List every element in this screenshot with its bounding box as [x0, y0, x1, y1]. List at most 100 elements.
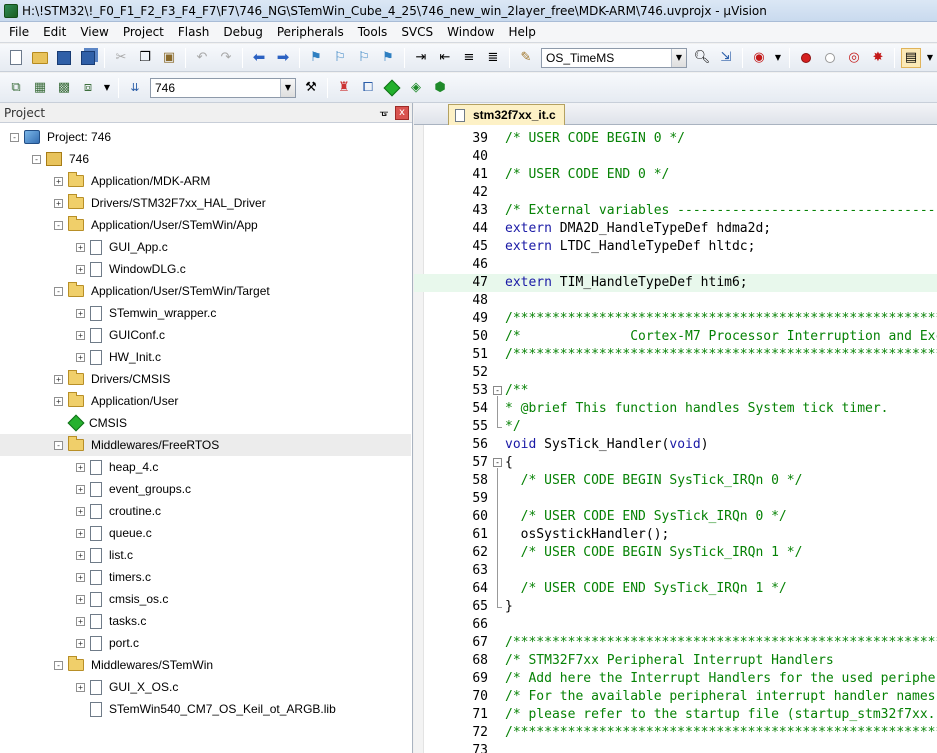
expand-icon[interactable]: + [54, 176, 63, 186]
code-line[interactable]: 43 /* External variables ----------------… [414, 202, 937, 220]
chevron-down-icon[interactable]: ▼ [280, 78, 295, 97]
collapse-icon[interactable]: - [54, 286, 63, 296]
prev-bookmark-button[interactable]: ⚐ [330, 48, 350, 68]
find-in-files-button[interactable]: ✎ [516, 48, 536, 68]
tree-node[interactable]: + cmsis_os.c [0, 588, 411, 610]
collapse-icon[interactable]: - [54, 440, 63, 450]
code-line[interactable]: 52 [414, 364, 937, 382]
code-line[interactable]: 49 /*************************************… [414, 310, 937, 328]
manage-rte-button[interactable] [382, 78, 402, 98]
tree-node[interactable]: + Application/MDK-ARM [0, 170, 411, 192]
window-layout-dropdown[interactable]: ▼ [925, 48, 935, 68]
next-bookmark-button[interactable]: ⚐ [354, 48, 374, 68]
navigate-forward-button[interactable]: ➡ [273, 48, 293, 68]
paste-button[interactable]: ▣ [159, 48, 179, 68]
rebuild-button[interactable]: ▩ [54, 78, 74, 98]
select-packs-button[interactable]: ⧠ [358, 78, 378, 98]
menu-tools[interactable]: Tools [351, 23, 395, 42]
code-line[interactable]: 44 extern DMA2D_HandleTypeDef hdma2d; [414, 220, 937, 238]
debug-session-button[interactable]: ◉ [749, 48, 769, 68]
clear-bookmarks-button[interactable]: ⚑ [378, 48, 398, 68]
collapse-icon[interactable]: - [54, 220, 63, 230]
tree-node[interactable]: + Drivers/STM32F7xx_HAL_Driver [0, 192, 411, 214]
redo-button[interactable]: ↷ [216, 48, 236, 68]
tree-node[interactable]: + queue.c [0, 522, 411, 544]
expand-icon[interactable]: + [76, 352, 85, 362]
kill-all-breakpoints-button[interactable]: ✸ [868, 48, 888, 68]
comment-button[interactable]: ≡ [459, 48, 479, 68]
code-line[interactable]: 73 [414, 742, 937, 753]
expand-icon[interactable]: + [76, 528, 85, 538]
tree-node[interactable]: + Application/User [0, 390, 411, 412]
tree-node[interactable]: + list.c [0, 544, 411, 566]
menu-peripherals[interactable]: Peripherals [270, 23, 351, 42]
code-line[interactable]: 51 /*************************************… [414, 346, 937, 364]
expand-icon[interactable]: + [76, 616, 85, 626]
code-line[interactable]: 39 /* USER CODE BEGIN 0 */ [414, 130, 937, 148]
expand-icon[interactable]: + [76, 550, 85, 560]
code-line[interactable]: 50 /* Cortex-M7 Processor Interruption an… [414, 328, 937, 346]
close-icon[interactable]: x [395, 105, 409, 120]
target-combo[interactable]: 746 ▼ [150, 77, 296, 98]
menu-file[interactable]: File [2, 23, 36, 42]
batch-build-dropdown[interactable]: ▼ [102, 78, 112, 98]
uncomment-button[interactable]: ≣ [483, 48, 503, 68]
code-line[interactable]: 46 [414, 256, 937, 274]
code-line[interactable]: 70 /* For the available peripheral interr… [414, 688, 937, 706]
code-line[interactable]: 40 [414, 148, 937, 166]
expand-icon[interactable]: + [76, 330, 85, 340]
tree-node[interactable]: + Drivers/CMSIS [0, 368, 411, 390]
menu-flash[interactable]: Flash [171, 23, 216, 42]
tree-node[interactable]: - Project: 746 [0, 126, 411, 148]
code-line[interactable]: 67 /*************************************… [414, 634, 937, 652]
insert-breakpoint-button[interactable] [796, 48, 816, 68]
code-line[interactable]: 64 /* USER CODE END SysTick_IRQn 1 */ [414, 580, 937, 598]
fold-collapse-icon[interactable]: - [493, 458, 502, 467]
code-line[interactable]: 56 void SysTick_Handler(void) [414, 436, 937, 454]
expand-icon[interactable]: + [76, 572, 85, 582]
menu-window[interactable]: Window [440, 23, 501, 42]
stm32cubemx-button[interactable]: ⬢ [430, 78, 450, 98]
copy-button[interactable]: ❐ [135, 48, 155, 68]
tree-node[interactable]: + port.c [0, 632, 411, 654]
code-line[interactable]: 66 [414, 616, 937, 634]
tree-node[interactable]: - 746 [0, 148, 411, 170]
expand-icon[interactable]: + [76, 462, 85, 472]
tree-node[interactable]: + tasks.c [0, 610, 411, 632]
tree-node[interactable]: CMSIS [0, 412, 411, 434]
code-line[interactable]: 68 /* STM32F7xx Peripheral Interrupt Hand… [414, 652, 937, 670]
tree-node[interactable]: + STemwin_wrapper.c [0, 302, 411, 324]
build-button[interactable]: ▦ [30, 78, 50, 98]
expand-icon[interactable]: + [76, 506, 85, 516]
download-button[interactable]: ⇊ [125, 78, 145, 98]
tree-node[interactable]: + croutine.c [0, 500, 411, 522]
expand-icon[interactable]: + [76, 594, 85, 604]
code-line[interactable]: 72 /*************************************… [414, 724, 937, 742]
code-line[interactable]: 42 [414, 184, 937, 202]
save-all-button[interactable] [78, 48, 98, 68]
code-line[interactable]: 45 extern LTDC_HandleTypeDef hltdc; [414, 238, 937, 256]
code-line[interactable]: 69 /* Add here the Interrupt Handlers for… [414, 670, 937, 688]
collapse-icon[interactable]: - [10, 132, 19, 142]
code-line[interactable]: 55 */ [414, 418, 937, 436]
code-line[interactable]: 65} [414, 598, 937, 616]
tree-node[interactable]: - Application/User/STemWin/Target [0, 280, 411, 302]
new-file-button[interactable] [6, 48, 26, 68]
open-file-button[interactable] [30, 48, 50, 68]
tree-node[interactable]: - Middlewares/STemWin [0, 654, 411, 676]
cut-button[interactable]: ✂ [111, 48, 131, 68]
expand-icon[interactable]: + [54, 374, 63, 384]
code-line[interactable]: 58 /* USER CODE BEGIN SysTick_IRQn 0 */ [414, 472, 937, 490]
expand-icon[interactable]: + [76, 242, 85, 252]
target-options-button[interactable]: ⚒ [301, 78, 321, 98]
pin-icon[interactable]: ᚗ [377, 107, 391, 118]
enable-breakpoint-button[interactable] [820, 48, 840, 68]
tree-node[interactable]: + HW_Init.c [0, 346, 411, 368]
menu-project[interactable]: Project [116, 23, 171, 42]
batch-build-button[interactable]: ⧈ [78, 78, 98, 98]
debug-dropdown-button[interactable]: ▼ [773, 48, 783, 68]
code-view[interactable]: 39 /* USER CODE BEGIN 0 */ 40 41 /* USER COD… [414, 125, 937, 753]
tree-node[interactable]: + heap_4.c [0, 456, 411, 478]
tree-node[interactable]: + GUI_App.c [0, 236, 411, 258]
pack-installer-button[interactable]: ◈ [406, 78, 426, 98]
